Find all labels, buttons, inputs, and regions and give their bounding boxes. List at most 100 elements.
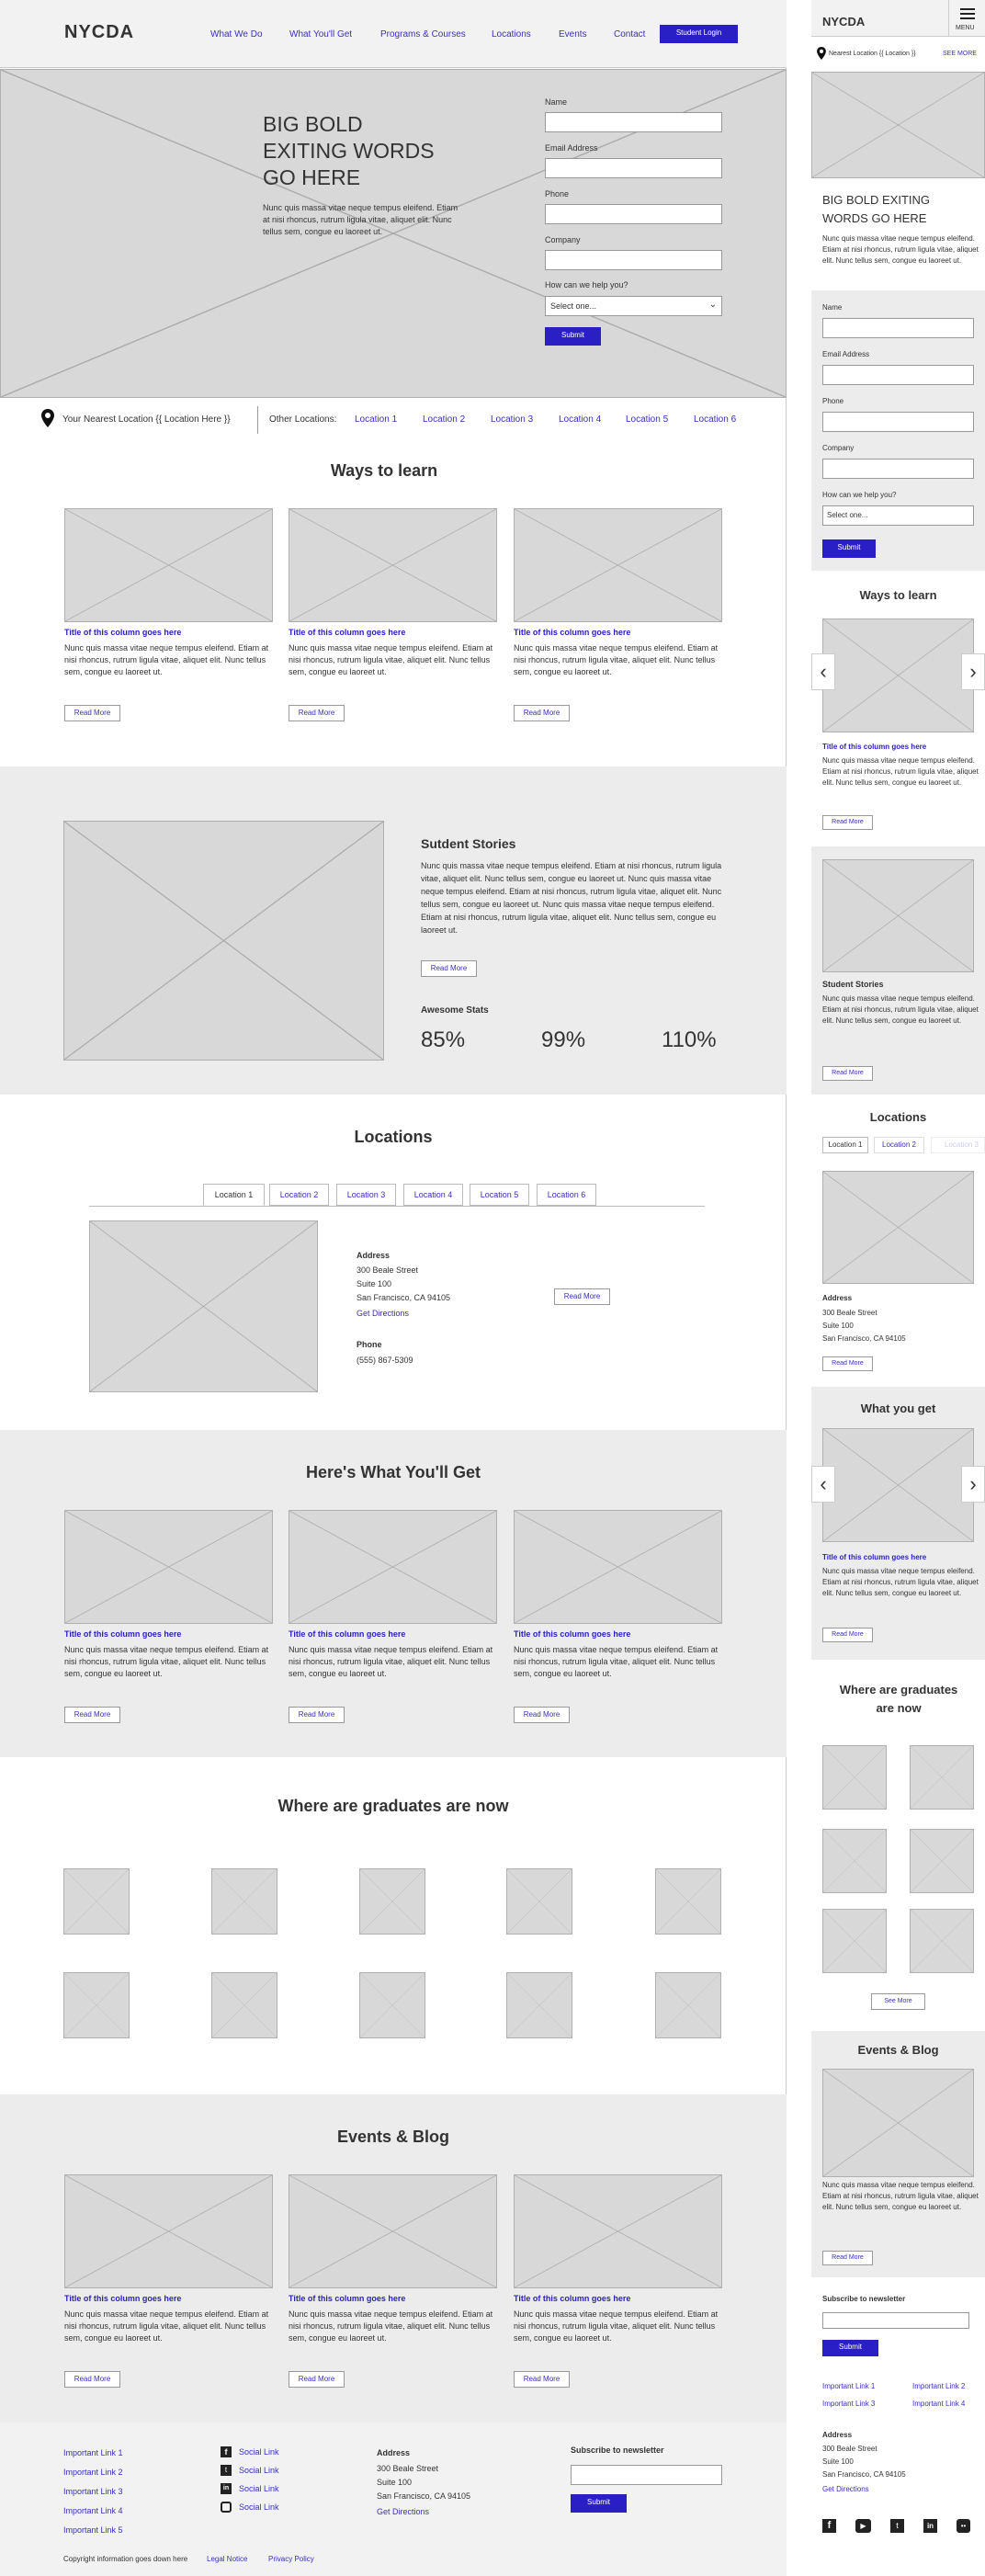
mobile-facebook-icon[interactable]: f [822, 2519, 836, 2533]
footer-link-2[interactable]: Important Link 2 [63, 2468, 123, 2477]
newsletter-email-field[interactable] [571, 2465, 722, 2485]
mobile-logo[interactable]: NYCDA [822, 15, 865, 28]
social-link-3[interactable]: Social Link [239, 2484, 279, 2493]
mobile-ways-prev-arrow[interactable]: ‹ [811, 653, 835, 690]
ways-read-more-3[interactable]: Read More [514, 705, 570, 721]
newsletter-submit-button[interactable]: Submit [571, 2494, 627, 2513]
get-directions-link[interactable]: Get Directions [357, 1309, 409, 1318]
mobile-name-field[interactable] [822, 318, 974, 338]
social-link-2[interactable]: Social Link [239, 2466, 279, 2475]
footer-directions[interactable]: Get Directions [377, 2507, 429, 2516]
location-link-2[interactable]: Location 2 [423, 414, 465, 425]
whatget-read-more-1[interactable]: Read More [64, 1707, 120, 1723]
mobile-events-read-more[interactable]: Read More [822, 2251, 873, 2265]
mobile-what-prev-arrow[interactable]: ‹ [811, 1466, 835, 1503]
name-field[interactable] [545, 112, 722, 132]
mobile-help-field[interactable]: Select one... [822, 505, 974, 526]
social-link-1[interactable]: Social Link [239, 2447, 279, 2457]
events-col-title-1[interactable]: Title of this column goes here [64, 2294, 181, 2303]
whatget-col-title-2[interactable]: Title of this column goes here [289, 1629, 405, 1639]
instagram-icon[interactable] [221, 2502, 232, 2513]
mobile-what-next-arrow[interactable]: › [961, 1466, 985, 1503]
nav-what-youll-get[interactable]: What You'll Get [289, 29, 352, 40]
mobile-stories-read-more[interactable]: Read More [822, 1066, 873, 1081]
mobile-link-1[interactable]: Important Link 1 [822, 2382, 875, 2390]
mobile-link-3[interactable]: Important Link 3 [822, 2400, 875, 2408]
mobile-link-4[interactable]: Important Link 4 [912, 2400, 965, 2408]
mobile-twitter-icon[interactable]: t [890, 2519, 904, 2533]
nav-what-we-do[interactable]: What We Do [210, 29, 263, 40]
mobile-submit-button[interactable]: Submit [822, 539, 876, 558]
tab-location-1[interactable]: Location 1 [203, 1184, 265, 1206]
mobile-flickr-icon[interactable]: •• [957, 2519, 970, 2533]
tab-location-3[interactable]: Location 3 [336, 1184, 396, 1206]
mobile-phone-field[interactable] [822, 412, 974, 432]
student-login-button[interactable]: Student Login [660, 25, 738, 43]
phone-field[interactable] [545, 204, 722, 224]
mobile-what-col-title[interactable]: Title of this column goes here [822, 1553, 926, 1561]
mobile-see-more[interactable]: SEE MORE [943, 51, 977, 57]
ways-read-more-1[interactable]: Read More [64, 705, 120, 721]
stories-read-more[interactable]: Read More [421, 960, 477, 977]
location-read-more[interactable]: Read More [554, 1288, 610, 1305]
nav-events[interactable]: Events [559, 29, 587, 40]
tab-location-4[interactable]: Location 4 [403, 1184, 463, 1206]
nav-contact[interactable]: Contact [614, 29, 645, 40]
mobile-grads-see-more[interactable]: See More [871, 1993, 925, 2010]
mobile-youtube-icon[interactable]: ▶ [855, 2519, 871, 2533]
facebook-icon[interactable]: f [221, 2446, 232, 2457]
events-read-more-1[interactable]: Read More [64, 2371, 120, 2388]
ways-col-title-1[interactable]: Title of this column goes here [64, 628, 181, 637]
mobile-ways-next-arrow[interactable]: › [961, 653, 985, 690]
mobile-tab-location-1[interactable]: Location 1 [822, 1137, 868, 1153]
whatget-col-title-1[interactable]: Title of this column goes here [64, 1629, 181, 1639]
company-field[interactable] [545, 250, 722, 270]
ways-col-title-3[interactable]: Title of this column goes here [514, 628, 630, 637]
footer-link-5[interactable]: Important Link 5 [63, 2525, 123, 2535]
tab-location-5[interactable]: Location 5 [470, 1184, 529, 1206]
mobile-newsletter-submit[interactable]: Submit [822, 2340, 878, 2356]
mobile-linkedin-icon[interactable]: in [923, 2519, 937, 2533]
mobile-email-field[interactable] [822, 365, 974, 385]
ways-col-title-2[interactable]: Title of this column goes here [289, 628, 405, 637]
privacy-policy-link[interactable]: Privacy Policy [268, 2555, 314, 2563]
mobile-link-2[interactable]: Important Link 2 [912, 2382, 965, 2390]
logo[interactable]: NYCDA [64, 22, 134, 43]
mobile-tab-location-2[interactable]: Location 2 [874, 1137, 924, 1153]
submit-button[interactable]: Submit [545, 327, 601, 346]
mobile-what-read-more[interactable]: Read More [822, 1628, 873, 1642]
mobile-ways-read-more[interactable]: Read More [822, 815, 873, 830]
tab-location-2[interactable]: Location 2 [269, 1184, 329, 1206]
mobile-location-read-more[interactable]: Read More [822, 1356, 873, 1371]
events-read-more-2[interactable]: Read More [289, 2371, 345, 2388]
whatget-read-more-2[interactable]: Read More [289, 1707, 345, 1723]
footer-link-1[interactable]: Important Link 1 [63, 2448, 123, 2457]
location-link-6[interactable]: Location 6 [694, 414, 736, 425]
nav-locations[interactable]: Locations [492, 29, 531, 40]
mobile-tab-location-3[interactable]: Location 3 [931, 1137, 985, 1153]
footer-link-4[interactable]: Important Link 4 [63, 2506, 123, 2515]
mobile-footer-directions[interactable]: Get Directions [822, 2485, 869, 2493]
mobile-ways-col-title[interactable]: Title of this column goes here [822, 743, 926, 751]
mobile-company-field[interactable] [822, 459, 974, 479]
nav-programs[interactable]: Programs & Courses [380, 29, 466, 40]
email-field[interactable] [545, 158, 722, 178]
mobile-newsletter-field[interactable] [822, 2312, 969, 2329]
location-link-1[interactable]: Location 1 [355, 414, 397, 425]
events-col-title-3[interactable]: Title of this column goes here [514, 2294, 630, 2303]
social-link-4[interactable]: Social Link [239, 2502, 279, 2512]
events-col-title-2[interactable]: Title of this column goes here [289, 2294, 405, 2303]
whatget-col-title-3[interactable]: Title of this column goes here [514, 1629, 630, 1639]
legal-notice-link[interactable]: Legal Notice [207, 2555, 247, 2563]
footer-link-3[interactable]: Important Link 3 [63, 2487, 123, 2496]
help-select[interactable]: Select one... ⌄ [545, 296, 722, 316]
twitter-icon[interactable]: t [221, 2465, 232, 2476]
mobile-menu-button[interactable]: MENU [948, 0, 985, 37]
location-link-4[interactable]: Location 4 [559, 414, 601, 425]
location-link-3[interactable]: Location 3 [491, 414, 533, 425]
linkedin-icon[interactable]: in [221, 2483, 232, 2494]
ways-read-more-2[interactable]: Read More [289, 705, 345, 721]
events-read-more-3[interactable]: Read More [514, 2371, 570, 2388]
location-link-5[interactable]: Location 5 [626, 414, 668, 425]
whatget-read-more-3[interactable]: Read More [514, 1707, 570, 1723]
